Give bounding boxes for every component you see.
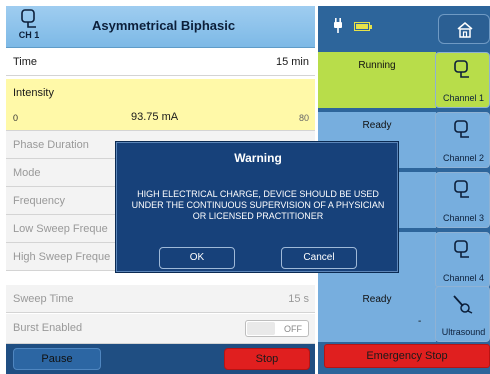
channel-status[interactable]: Ready - — [318, 286, 436, 342]
intensity-row[interactable]: Intensity 0 93.75 mA 80 — [6, 79, 315, 131]
channel-status-text: Ready — [362, 120, 392, 131]
channel-status-text: Ready — [362, 294, 392, 305]
channel-button[interactable]: Ultrasound — [435, 286, 490, 342]
dialog-title: Warning — [234, 151, 282, 165]
burst-enabled-row: Burst Enabled OFF — [6, 314, 315, 344]
channel-button-label: Ultrasound — [441, 327, 486, 337]
intensity-label: Intensity — [13, 87, 54, 99]
channel-status[interactable]: Running — [318, 52, 436, 108]
program-title: Asymmetrical Biphasic — [92, 18, 236, 33]
time-value: 15 min — [275, 56, 309, 68]
channel-label: CH 1 — [18, 30, 40, 40]
channel-indicator: CH 1 — [12, 8, 46, 44]
channel-button[interactable]: Channel 2 — [435, 112, 490, 168]
sweep-time-label: Sweep Time — [13, 293, 74, 305]
cancel-button[interactable]: Cancel — [281, 247, 357, 269]
channel-button[interactable]: Channel 1 — [435, 52, 490, 108]
channel-button-label: Channel 4 — [442, 273, 485, 283]
warning-dialog: Warning HIGH ELECTRICAL CHARGE, DEVICE S… — [116, 142, 398, 272]
channel-status-text: Running — [358, 60, 396, 71]
intensity-max: 80 — [298, 113, 309, 123]
burst-enabled-label: Burst Enabled — [13, 322, 83, 334]
toggle-state: OFF — [284, 324, 302, 334]
channel-button-label: Channel 3 — [442, 213, 485, 223]
channel-row: Ready - Ultrasound — [318, 286, 490, 342]
program-bottom-bar: Pause Stop — [6, 344, 315, 374]
intensity-value: 93.75 mA — [131, 111, 179, 123]
channel-status-dash: - — [418, 316, 422, 327]
emergency-stop-button[interactable]: Emergency Stop — [324, 344, 490, 368]
toggle-knob — [247, 322, 275, 335]
channel-button-label: Channel 2 — [442, 153, 485, 163]
battery-icon — [354, 22, 372, 31]
time-label: Time — [13, 56, 38, 68]
electrode-icon — [454, 60, 469, 78]
channel-button[interactable]: Channel 3 — [435, 172, 490, 228]
ultrasound-icon — [453, 295, 473, 314]
sweep-time-value: 15 s — [288, 293, 309, 305]
home-icon — [457, 22, 473, 38]
dialog-message: HIGH ELECTRICAL CHARGE, DEVICE SHOULD BE… — [131, 189, 385, 221]
channel-button[interactable]: Channel 4 — [435, 232, 490, 288]
electrode-icon — [21, 9, 36, 28]
power-plug-icon — [334, 18, 342, 33]
electrode-icon — [454, 240, 469, 258]
electrode-icon — [454, 180, 469, 198]
electrode-icon — [454, 120, 469, 138]
program-header: CH 1 Asymmetrical Biphasic — [6, 6, 315, 48]
channel-button-label: Channel 1 — [442, 93, 485, 103]
frequency-label: Frequency — [13, 195, 65, 207]
high-sweep-frequency-label: High Sweep Freque — [13, 251, 111, 263]
burst-enabled-toggle[interactable]: OFF — [245, 320, 309, 337]
pause-button[interactable]: Pause — [13, 348, 101, 370]
low-sweep-frequency-label: Low Sweep Freque — [13, 223, 108, 235]
mode-label: Mode — [13, 167, 41, 179]
sweep-time-row[interactable]: Sweep Time 15 s — [6, 285, 315, 313]
stop-button[interactable]: Stop — [224, 348, 310, 370]
channel-row: Running Channel 1 — [318, 52, 490, 108]
intensity-min: 0 — [13, 113, 19, 123]
ok-button[interactable]: OK — [159, 247, 235, 269]
phase-duration-label: Phase Duration — [13, 139, 89, 151]
status-bar — [318, 6, 490, 48]
home-button[interactable] — [438, 14, 490, 44]
time-row[interactable]: Time 15 min — [6, 48, 315, 76]
app-window: CH 1 Asymmetrical Biphasic Time 15 min I… — [6, 6, 490, 374]
